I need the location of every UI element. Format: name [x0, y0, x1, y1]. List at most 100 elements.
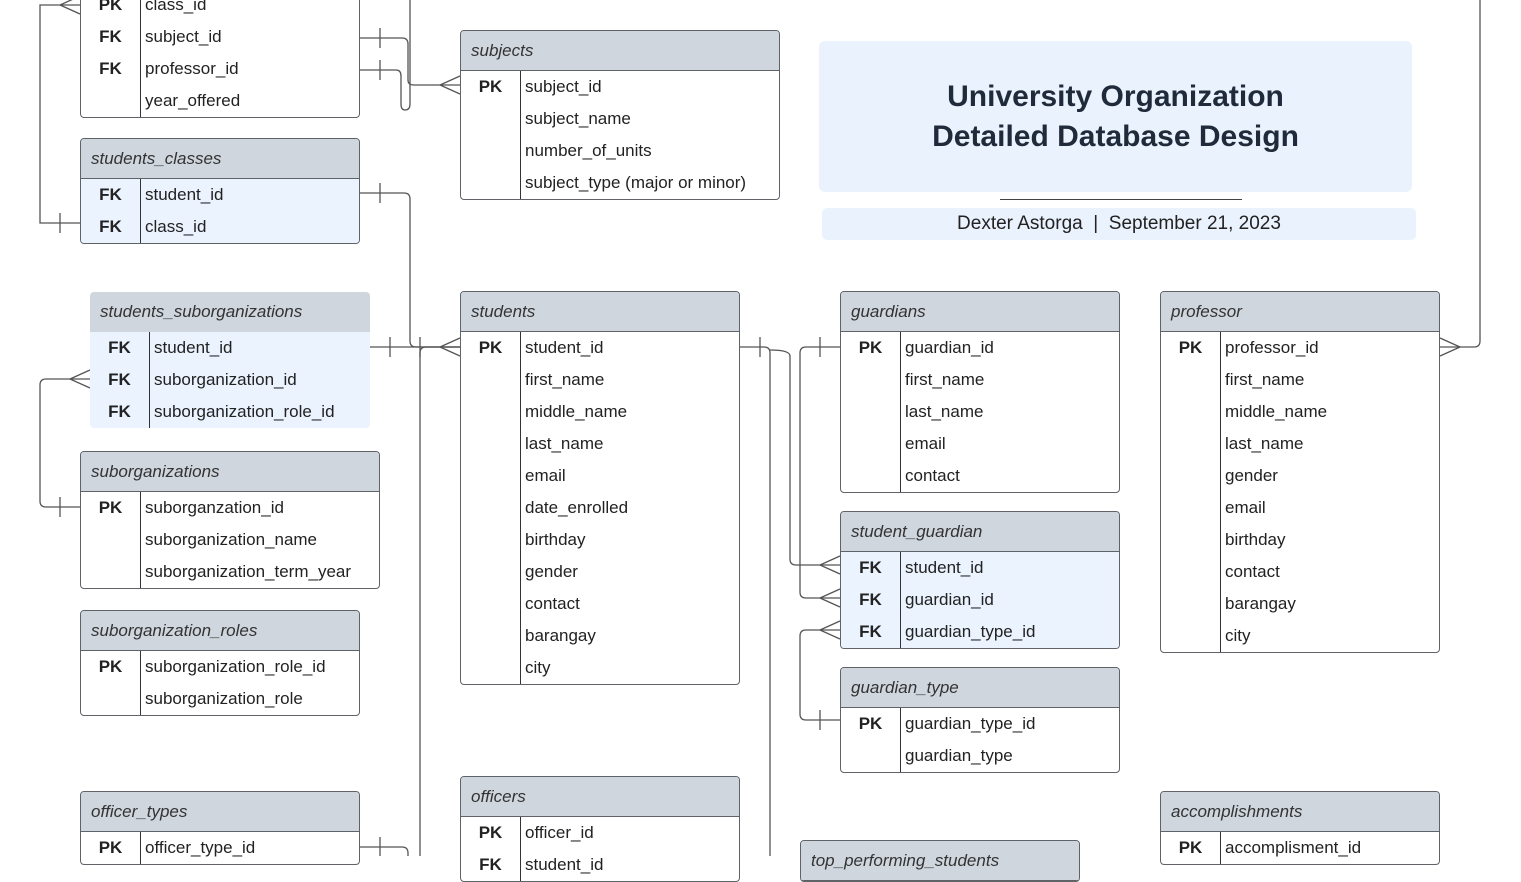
key-badge: [461, 556, 521, 588]
connector-classes-students-classes: [39, 4, 80, 224]
table-students-suborganizations[interactable]: students_suborganizations FK student_id FK s…: [90, 292, 370, 428]
connector-officer-types: [360, 846, 409, 856]
table-row: guardian_type: [841, 740, 1119, 772]
key-badge: PK: [81, 832, 141, 864]
table-officer-types[interactable]: officer_types PK officer_type_id: [80, 791, 360, 865]
table-subjects[interactable]: subjects PK subject_id subject_name number_o…: [460, 30, 780, 200]
field-name: gender: [525, 562, 578, 581]
field-name: email: [525, 466, 566, 485]
field-name: contact: [905, 466, 960, 485]
key-badge: [1161, 588, 1221, 620]
field-name: last_name: [905, 402, 984, 421]
key-badge: PK: [841, 332, 901, 364]
field-name: subject_name: [525, 109, 631, 128]
field-name: suborganization_name: [145, 530, 318, 549]
connector-guardian: [799, 346, 840, 599]
table-row: suborganization_name: [81, 524, 379, 556]
key-badge: FK: [90, 364, 150, 396]
field-name: contact: [525, 594, 580, 613]
table-student-guardian[interactable]: student_guardian FK student_id FK guardian_i…: [840, 511, 1120, 649]
subtitle: Dexter Astorga | September 21, 2023: [822, 208, 1416, 240]
key-badge: FK: [81, 53, 141, 85]
table-row: FK class_id: [81, 211, 359, 243]
field-name: subject_type (major or minor): [525, 173, 747, 192]
key-badge: [841, 428, 901, 460]
table-professor[interactable]: professor PK professor_id first_name middle_…: [1160, 291, 1440, 653]
table-suborganization-roles[interactable]: suborganization_roles PK suborganization_r…: [80, 610, 360, 716]
key-badge: FK: [841, 584, 901, 616]
key-badge: [461, 428, 521, 460]
key-badge: FK: [90, 396, 150, 428]
field-name: contact: [1225, 562, 1280, 581]
table-row: PK guardian_id: [841, 332, 1119, 364]
key-badge: [461, 492, 521, 524]
field-name: suborganization_id: [154, 370, 297, 389]
table-header: subjects: [461, 31, 779, 71]
field-name: subject_id: [145, 27, 222, 46]
table-row: suborganization_role: [81, 683, 359, 715]
field-name: officer_type_id: [145, 838, 256, 857]
author: Dexter Astorga: [957, 213, 1083, 234]
table-guardian-type[interactable]: guardian_type PK guardian_type_id guardian_…: [840, 667, 1120, 773]
field-name: suborganization_role_id: [145, 657, 326, 676]
table-row: PK accomplisment_id: [1161, 832, 1439, 864]
table-top-performing-students[interactable]: top_performing_students: [800, 840, 1080, 882]
key-badge: PK: [81, 651, 141, 683]
table-header: students_suborganizations: [90, 292, 370, 332]
table-row: FK suborganization_id: [90, 364, 370, 396]
table-row: first_name: [1161, 364, 1439, 396]
field-name: student_id: [145, 185, 224, 204]
table-officers[interactable]: officers PK officer_id FK student_id: [460, 776, 740, 882]
table-suborganizations[interactable]: suborganizations PK suborganzation_id subor…: [80, 451, 380, 589]
table-row: gender: [461, 556, 739, 588]
field-name: email: [1225, 498, 1266, 517]
key-badge: [1161, 492, 1221, 524]
table-accomplishments[interactable]: accomplishments PK accomplisment_id: [1160, 791, 1440, 865]
field-name: barangay: [1225, 594, 1296, 613]
connector-guardian-type: [799, 629, 840, 721]
table-row: email: [461, 460, 739, 492]
table-row: contact: [461, 588, 739, 620]
table-header: professor: [1161, 292, 1439, 332]
table-guardians[interactable]: guardians PK guardian_id first_name last_nam…: [840, 291, 1120, 493]
field-name: last_name: [525, 434, 604, 453]
field-name: gender: [1225, 466, 1278, 485]
field-name: professor_id: [145, 59, 239, 78]
field-name: first_name: [525, 370, 605, 389]
connector-students-classes: [360, 192, 460, 348]
date: September 21, 2023: [1108, 213, 1281, 234]
key-badge: PK: [1161, 832, 1221, 864]
crow-foot: [59, 0, 81, 15]
table-row: contact: [841, 460, 1119, 492]
table-header: officers: [461, 777, 739, 817]
key-badge: [1161, 620, 1221, 652]
key-badge: [1161, 428, 1221, 460]
table-classes[interactable]: PK class_id FK subject_id FK professor_id year…: [80, 0, 360, 118]
table-row: FK subject_id: [81, 21, 359, 53]
key-badge: [461, 620, 521, 652]
key-badge: [461, 135, 521, 167]
field-name: student_id: [525, 855, 604, 874]
table-row: date_enrolled: [461, 492, 739, 524]
field-name: professor_id: [1225, 338, 1319, 357]
connector-students-down: [419, 346, 460, 856]
field-name: city: [525, 658, 551, 677]
key-badge: FK: [841, 616, 901, 648]
connector-professor-class: [360, 0, 411, 111]
field-name: birthday: [1225, 530, 1286, 549]
key-badge: [461, 396, 521, 428]
table-row: birthday: [461, 524, 739, 556]
key-badge: PK: [841, 708, 901, 740]
table-row: last_name: [461, 428, 739, 460]
table-row: number_of_units: [461, 135, 779, 167]
field-name: suborganzation_id: [145, 498, 284, 517]
key-badge: FK: [81, 211, 141, 243]
field-name: date_enrolled: [525, 498, 629, 517]
key-badge: FK: [90, 332, 150, 364]
table-students-classes[interactable]: students_classes FK student_id FK class_id: [80, 138, 360, 244]
table-header: guardians: [841, 292, 1119, 332]
connector-professor: [1440, 0, 1481, 348]
field-name: last_name: [1225, 434, 1304, 453]
table-row: barangay: [461, 620, 739, 652]
table-students[interactable]: students PK student_id first_name middle_nam…: [460, 291, 740, 685]
